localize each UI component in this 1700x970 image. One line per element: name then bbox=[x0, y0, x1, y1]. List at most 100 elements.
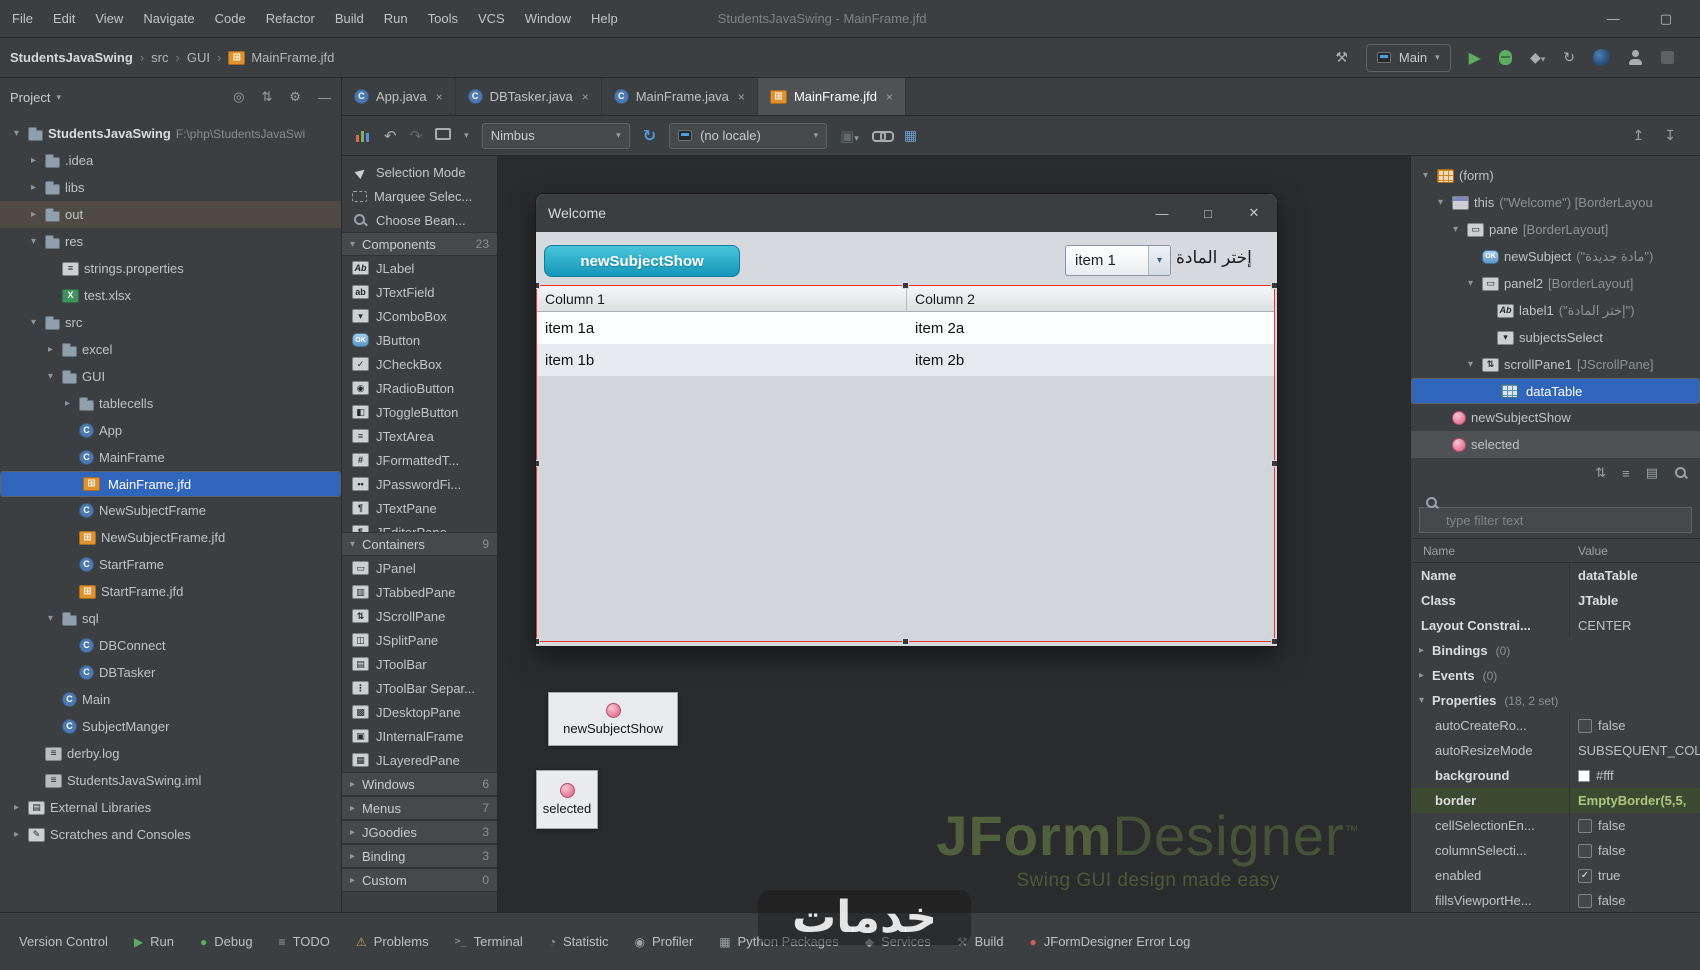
resize-handle[interactable] bbox=[536, 282, 540, 289]
design-canvas[interactable]: Welcome — □ ✕ newSubjectShow item 1 ▾ إخ… bbox=[498, 156, 1410, 912]
minimize-button[interactable]: — bbox=[1607, 11, 1620, 27]
resize-handle[interactable] bbox=[901, 282, 909, 289]
property-events[interactable]: ▸ Events (0) bbox=[1411, 663, 1700, 688]
project-item-test-xlsx[interactable]: X test.xlsx bbox=[0, 282, 341, 309]
palette-tool-selection-mode[interactable]: ▶ Selection Mode bbox=[342, 160, 497, 184]
run-configuration-select[interactable]: Main ▾ bbox=[1365, 43, 1451, 72]
project-item-scratches-and-consoles[interactable]: ▸ ✎ Scratches and Consoles bbox=[0, 821, 341, 848]
preview-icon[interactable] bbox=[435, 127, 452, 144]
checkbox-unchecked[interactable] bbox=[1578, 843, 1592, 858]
palette-item-jbutton[interactable]: OK JButton bbox=[342, 328, 497, 352]
toolwindow-statistic[interactable]: ◔ Statistic bbox=[536, 913, 622, 970]
property-border[interactable]: border EmptyBorder(5,5, bbox=[1411, 788, 1700, 813]
menu-file[interactable]: File bbox=[2, 0, 43, 37]
structure-item-this[interactable]: ▾ this ("Welcome") [BorderLayou bbox=[1411, 189, 1700, 216]
chevron-right-icon[interactable]: ▸ bbox=[10, 829, 23, 840]
link-icon[interactable] bbox=[871, 130, 894, 142]
structure-item-scrollpane1[interactable]: ▾ ⇅ scrollPane1 [JScrollPane] bbox=[1411, 351, 1700, 378]
table-column-header[interactable]: Column 2 bbox=[907, 286, 1274, 311]
palette-item-jradiobutton[interactable]: ◉ JRadioButton bbox=[342, 376, 497, 400]
project-panel-title[interactable]: Project bbox=[10, 90, 50, 105]
structure-item-panel2[interactable]: ▾ ▭ panel2 [BorderLayout] bbox=[1411, 270, 1700, 297]
project-item-app[interactable]: C App bbox=[0, 417, 341, 444]
palette-section-components[interactable]: ▾ Components 23 bbox=[342, 232, 497, 256]
chevron-down-icon[interactable]: ▾ bbox=[56, 92, 61, 103]
resize-handle[interactable] bbox=[536, 459, 540, 467]
breadcrumb-mainframe-jfd[interactable]: ⊞ MainFrame.jfd bbox=[228, 50, 334, 65]
group-icon[interactable]: ≡ bbox=[1622, 466, 1630, 481]
close-icon[interactable]: × bbox=[436, 90, 443, 104]
hide-panel-icon[interactable]: — bbox=[318, 90, 331, 105]
redo-icon[interactable]: ↷ bbox=[410, 127, 423, 145]
menu-view[interactable]: View bbox=[85, 0, 133, 37]
palette-section-custom[interactable]: ▸ Custom 0 bbox=[342, 868, 497, 892]
project-item-main[interactable]: C Main bbox=[0, 686, 341, 713]
palette-item-jcheckbox[interactable]: ✓ JCheckBox bbox=[342, 352, 497, 376]
grid-icon[interactable]: ▦ bbox=[904, 127, 917, 144]
chevron-right-icon[interactable]: ▸ bbox=[10, 802, 23, 813]
project-item-subjectmanger[interactable]: C SubjectManger bbox=[0, 713, 341, 740]
structure-item-form[interactable]: ▾ (form) bbox=[1411, 162, 1700, 189]
chevron-right-icon[interactable]: ▸ bbox=[61, 398, 74, 409]
chevron-right-icon[interactable]: ▸ bbox=[27, 182, 40, 193]
structure-item-newsubjectshow[interactable]: newSubjectShow bbox=[1411, 404, 1700, 431]
chevron-down-icon[interactable]: ▾ bbox=[10, 128, 23, 139]
profile-icon[interactable] bbox=[1628, 50, 1643, 65]
menu-tools[interactable]: Tools bbox=[418, 0, 468, 37]
palette-item-jtextarea[interactable]: ≡ JTextArea bbox=[342, 424, 497, 448]
project-item-excel[interactable]: ▸ excel bbox=[0, 336, 341, 363]
toolwindow-todo[interactable]: ≡ TODO bbox=[266, 913, 343, 970]
chevron-right-icon[interactable]: ▸ bbox=[44, 344, 57, 355]
maximize-button[interactable]: ▢ bbox=[1660, 11, 1672, 27]
build-hammer-icon[interactable]: ⚒ bbox=[1335, 49, 1348, 66]
project-item-strings-properties[interactable]: ≡ strings.properties bbox=[0, 255, 341, 282]
chevron-down-icon[interactable]: ▾ bbox=[1464, 359, 1477, 370]
chevron-down-icon[interactable]: ▾ bbox=[1464, 278, 1477, 289]
show-properties-icon[interactable]: ▤ bbox=[1646, 465, 1658, 481]
palette-tool-choose-bean[interactable]: Choose Bean... bbox=[342, 208, 497, 232]
structure-item-selected[interactable]: selected bbox=[1411, 431, 1700, 458]
property-fillsviewporthe[interactable]: fillsViewportHe... false bbox=[1411, 888, 1700, 912]
palette-item-jeditorpane[interactable]: ¶ JEditorPane bbox=[342, 520, 497, 532]
tab-dbtasker-java[interactable]: C DBTasker.java × bbox=[456, 78, 602, 115]
chevron-down-icon[interactable]: ▾ bbox=[44, 613, 57, 624]
structure-filter-input[interactable] bbox=[1419, 507, 1692, 533]
palette-item-jtoolbar[interactable]: ▤ JToolBar bbox=[342, 652, 497, 676]
project-item-derby-log[interactable]: ≡ derby.log bbox=[0, 740, 341, 767]
resize-handle[interactable] bbox=[1271, 282, 1277, 289]
palette-section-jgoodies[interactable]: ▸ JGoodies 3 bbox=[342, 820, 497, 844]
close-icon[interactable]: × bbox=[582, 90, 589, 104]
tab-mainframe-jfd[interactable]: ⊞ MainFrame.jfd × bbox=[757, 78, 907, 115]
coverage-icon[interactable]: ◆▾ bbox=[1530, 49, 1545, 66]
properties-column-name[interactable]: Name bbox=[1411, 544, 1569, 558]
resize-handle[interactable] bbox=[901, 638, 909, 645]
chevron-down-icon[interactable]: ▾ bbox=[1415, 695, 1428, 706]
structure-item-pane[interactable]: ▾ ▭ pane [BorderLayout] bbox=[1411, 216, 1700, 243]
chevron-down-icon[interactable]: ▾ bbox=[44, 371, 57, 382]
expand-all-icon[interactable]: ↥ bbox=[1633, 127, 1645, 144]
project-item-out[interactable]: ▸ out bbox=[0, 201, 341, 228]
breadcrumb-studentsjavaswing[interactable]: StudentsJavaSwing bbox=[10, 50, 133, 65]
property-background[interactable]: background #fff bbox=[1411, 763, 1700, 788]
resize-handle[interactable] bbox=[1271, 459, 1277, 467]
palette-item-jcombobox[interactable]: ▾ JComboBox bbox=[342, 304, 497, 328]
project-item-gui[interactable]: ▾ GUI bbox=[0, 363, 341, 390]
chevron-down-icon[interactable]: ▾ bbox=[27, 236, 40, 247]
property-columnselecti[interactable]: columnSelecti... false bbox=[1411, 838, 1700, 863]
resize-handle[interactable] bbox=[1271, 638, 1277, 645]
project-item-dbconnect[interactable]: C DBConnect bbox=[0, 632, 341, 659]
bean-selected[interactable]: selected bbox=[536, 770, 598, 829]
palette-tool-marquee-selec[interactable]: Marquee Selec... bbox=[342, 184, 497, 208]
menu-edit[interactable]: Edit bbox=[43, 0, 85, 37]
checkbox-unchecked[interactable] bbox=[1578, 718, 1592, 733]
debug-button[interactable] bbox=[1498, 50, 1512, 65]
stop-button[interactable] bbox=[1661, 51, 1674, 64]
resize-handle[interactable] bbox=[536, 638, 540, 645]
search-icon[interactable] bbox=[1674, 466, 1688, 480]
breadcrumb-gui[interactable]: GUI bbox=[187, 50, 210, 65]
palette-item-jinternalframe[interactable]: ▣ JInternalFrame bbox=[342, 724, 497, 748]
chevron-right-icon[interactable]: ▸ bbox=[1415, 645, 1428, 656]
property-name[interactable]: Name dataTable bbox=[1411, 563, 1700, 588]
new-subject-show-button[interactable]: newSubjectShow bbox=[544, 245, 740, 277]
palette-item-jlabel[interactable]: Ab JLabel bbox=[342, 256, 497, 280]
